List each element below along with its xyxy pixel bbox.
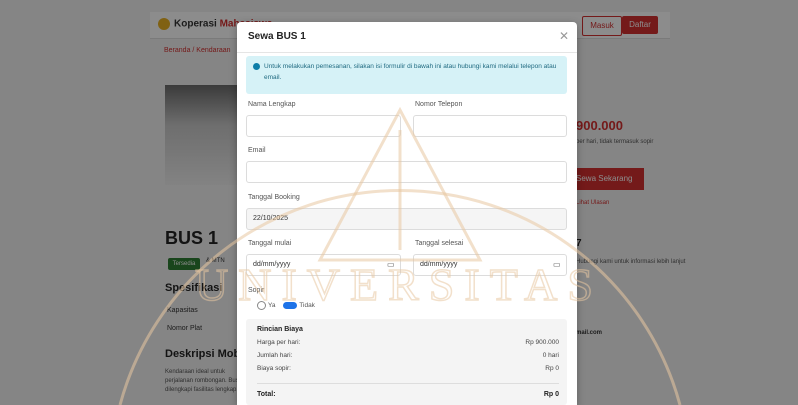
driver-options: Ya Tidak [257,301,315,310]
login-button[interactable]: Masuk [582,16,622,36]
type-badge: & MTN [206,258,225,264]
summary-row-driver: Biaya sopir: Rp 0 [257,365,559,372]
description-heading: Deskripsi Mobil [165,348,247,360]
days-value: 0 hari [542,352,559,359]
status-badge: Tersedia [168,258,200,270]
phone-label: Nomor Telepon [415,101,463,108]
brand-prefix: Koperasi [174,18,217,30]
email-input[interactable] [246,161,567,183]
info-icon [253,63,260,70]
contact-email[interactable]: mail.com [576,330,602,336]
days-label: Jumlah hari: [257,352,293,359]
radio-yes[interactable] [257,301,266,310]
book-now-button[interactable]: Sewa Sekarang [572,168,644,190]
price-note: per hari, tidak termasuk sopir [576,139,654,145]
close-icon[interactable]: ✕ [559,29,569,43]
reviews-link[interactable]: Lihat Ulasan [576,200,609,206]
start-date-label: Tanggal mulai [248,240,292,247]
logo-icon [158,18,170,30]
summary-total: Total: Rp 0 [257,391,559,398]
price: 900.000 [576,118,623,133]
alert-text: Untuk melakukan pemesanan, silakan isi f… [264,63,557,81]
contact-text: Hubungi kami untuk informasi lebih lanju… [576,259,686,265]
vehicle-image [165,85,245,185]
end-date-input[interactable]: dd/mm/yyyy [413,254,567,276]
radio-no-label: Tidak [299,302,315,310]
summary-divider [257,383,559,384]
driver-cost-label: Biaya sopir: [257,365,291,372]
rental-modal: Sewa BUS 1 ✕ Untuk melakukan pemesanan, … [237,22,577,405]
booking-date-input[interactable]: 22/10/2025 [246,208,567,230]
info-alert: Untuk melakukan pemesanan, silakan isi f… [246,56,567,94]
summary-row-price: Harga per hari: Rp 900.000 [257,339,559,346]
breadcrumb[interactable]: Beranda / Kendaraan [164,47,231,54]
spec-capacity: Kapasitas [167,307,198,314]
summary-heading: Rincian Biaya [257,326,303,333]
driver-label: Sopir [248,287,265,294]
phone-input[interactable] [413,115,567,137]
summary-row-days: Jumlah hari: 0 hari [257,352,559,359]
calendar-icon[interactable]: ▭ [387,260,395,269]
modal-title: Sewa BUS 1 [248,31,306,42]
vehicle-title: BUS 1 [165,228,219,248]
booking-date-label: Tanggal Booking [248,194,300,201]
radio-yes-label: Ya [268,302,276,310]
end-date-label: Tanggal selesai [415,240,464,247]
price-per-day-label: Harga per hari: [257,339,301,346]
total-value: Rp 0 [543,391,559,398]
radio-no[interactable] [283,302,298,309]
description-text: Kendaraan ideal untuk perjalanan rombong… [165,369,239,393]
start-date-input[interactable]: dd/mm/yyyy [246,254,401,276]
total-label: Total: [257,391,276,398]
modal-header: Sewa BUS 1 ✕ [237,22,577,53]
calendar-icon[interactable]: ▭ [553,260,561,269]
spec-plate: Nomor Plat [167,325,203,332]
cost-summary: Rincian Biaya Harga per hari: Rp 900.000… [246,319,567,405]
register-button[interactable]: Daftar [622,16,658,34]
price-per-day-value: Rp 900.000 [525,339,559,346]
driver-cost-value: Rp 0 [545,365,559,372]
specs-heading: Spesifikasi [165,282,223,294]
full-name-label: Nama Lengkap [248,101,296,108]
full-name-input[interactable] [246,115,401,137]
email-label: Email [248,147,266,154]
